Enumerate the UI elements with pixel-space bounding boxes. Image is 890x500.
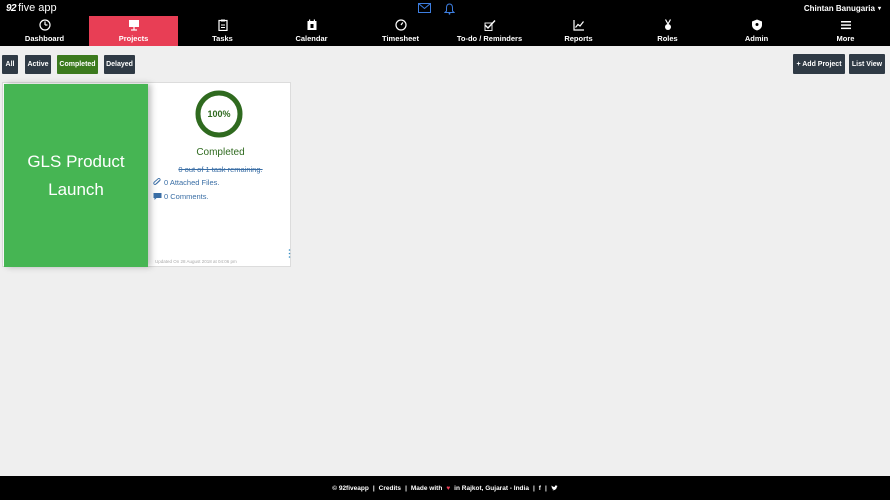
roles-icon: [664, 19, 671, 30]
nav-item-timesheet[interactable]: Timesheet: [356, 16, 445, 46]
nav-item-tasks[interactable]: Tasks: [178, 16, 267, 46]
nav-label-reports: Reports: [564, 34, 593, 43]
shield-icon: [751, 19, 762, 31]
paperclip-icon: [153, 178, 161, 185]
nav-item-calendar[interactable]: Calendar: [267, 16, 356, 46]
user-name: Chintan Banugaria: [803, 4, 875, 13]
nav-label-tasks: Tasks: [212, 34, 233, 43]
kebab-menu-icon[interactable]: [288, 249, 291, 258]
project-status: Completed: [196, 147, 245, 158]
twitter-icon[interactable]: [551, 485, 558, 491]
nav-label-roles: Roles: [657, 34, 678, 43]
updated-timestamp: Updated On 28 August 2018 at 04:06 pm: [155, 259, 237, 264]
footer: © 92fiveapp | Credits | Made with ♥ in R…: [0, 476, 890, 500]
comments-label: 0 Comments.: [164, 192, 209, 201]
attached-files-label: 0 Attached Files.: [164, 178, 220, 187]
projects-icon: [128, 20, 139, 31]
nav-item-projects[interactable]: Projects: [89, 16, 178, 46]
dashboard-icon: [38, 19, 51, 31]
bell-icon[interactable]: [444, 3, 455, 15]
progress-percent: 100%: [207, 109, 231, 119]
nav-item-roles[interactable]: Roles: [623, 16, 712, 46]
main-nav: Dashboard Projects Tasks Calendar Timesh…: [0, 16, 890, 46]
nav-label-projects: Projects: [118, 34, 149, 43]
nav-label-more: More: [836, 34, 855, 43]
filter-completed-button[interactable]: Completed: [57, 55, 98, 74]
logo-text: five app: [18, 2, 57, 14]
filter-all-button[interactable]: All: [2, 55, 18, 74]
nav-item-todo-reminders[interactable]: To-do / Reminders: [445, 16, 534, 46]
footer-separator: |: [372, 484, 375, 492]
footer-copyright: © 92fiveapp: [332, 484, 369, 492]
attached-files-link[interactable]: 0 Attached Files.: [153, 178, 219, 187]
nav-item-reports[interactable]: Reports: [534, 16, 623, 46]
project-card[interactable]: GLS Product Launch 100% Completed 0 out …: [2, 82, 291, 267]
nav-label-dashboard: Dashboard: [24, 34, 65, 43]
comments-link[interactable]: 0 Comments.: [153, 192, 209, 201]
footer-separator: |: [544, 484, 547, 492]
nav-label-calendar: Calendar: [295, 34, 328, 43]
footer-location: in Rajkot, Gujarat - India: [454, 484, 529, 492]
app-logo[interactable]: 92 five app: [6, 2, 57, 14]
add-project-button[interactable]: + Add Project: [793, 54, 845, 74]
comment-icon: [153, 193, 162, 200]
mail-icon[interactable]: [418, 3, 431, 13]
top-bar: 92 five app Chintan Banugaria ▾ Dashboar…: [0, 0, 890, 46]
chevron-down-icon: ▾: [877, 6, 881, 12]
facebook-icon[interactable]: f: [539, 485, 541, 492]
menu-icon: [840, 21, 851, 30]
timesheet-icon: [394, 19, 407, 31]
list-view-button[interactable]: List View: [849, 54, 885, 74]
filter-active-button[interactable]: Active: [25, 55, 51, 74]
user-menu[interactable]: Chintan Banugaria ▾: [804, 4, 881, 13]
tasks-remaining-link[interactable]: 0 out of 1 task remaining.: [149, 165, 292, 174]
filter-delayed-button[interactable]: Delayed: [104, 55, 135, 74]
nav-label-todo-reminders: To-do / Reminders: [456, 34, 523, 43]
footer-credits-link[interactable]: Credits: [379, 485, 401, 492]
footer-separator: |: [405, 484, 407, 492]
heart-icon: ♥: [446, 484, 451, 492]
footer-made-with: Made with: [410, 484, 443, 492]
nav-item-more[interactable]: More: [801, 16, 890, 46]
calendar-icon: [307, 19, 316, 30]
nav-label-timesheet: Timesheet: [382, 34, 419, 43]
logo-mark: 92: [6, 2, 17, 14]
project-name: GLS Product Launch: [27, 151, 125, 199]
tasks-icon: [217, 19, 228, 31]
nav-label-admin: Admin: [744, 34, 769, 43]
nav-item-dashboard[interactable]: Dashboard: [0, 16, 89, 46]
todo-icon: [484, 20, 496, 31]
nav-item-admin[interactable]: Admin: [712, 16, 801, 46]
reports-icon: [572, 20, 584, 31]
footer-separator: |: [532, 484, 535, 492]
project-cover[interactable]: GLS Product Launch: [4, 84, 148, 267]
